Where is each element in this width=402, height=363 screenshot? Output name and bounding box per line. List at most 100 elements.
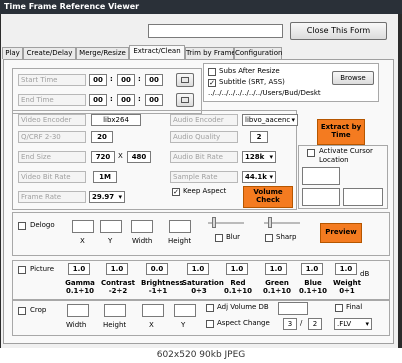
picture-value-field[interactable]: 1.0 — [106, 263, 128, 275]
audio-encoder-dropdown[interactable]: libvo_aacenc — [242, 114, 298, 126]
start-hours-field[interactable]: 00 — [89, 74, 107, 86]
tab-merge-resize[interactable]: Merge/Resize — [76, 47, 129, 59]
sample-rate-dropdown[interactable]: 44.1k — [242, 171, 276, 183]
picture-label: Picture — [30, 265, 55, 273]
delogo-x-label: X — [80, 237, 85, 245]
crop-y-field[interactable] — [174, 304, 196, 317]
crop-width-field[interactable] — [67, 304, 89, 317]
sharp-slider-thumb[interactable] — [268, 217, 272, 228]
end-minutes-field[interactable]: 00 — [117, 94, 135, 106]
crf-label: Q/CRF 2-30 — [18, 131, 86, 143]
picture-param-name: Gamma — [65, 279, 95, 287]
crop-height-field[interactable] — [104, 304, 126, 317]
aspect-change-checkbox[interactable] — [206, 320, 214, 328]
picture-param-range: 0.1÷10 — [65, 287, 94, 295]
cursor-cell — [343, 188, 383, 206]
time-set-icon — [181, 97, 189, 103]
audio-bitrate-dropdown[interactable]: 128k — [242, 151, 276, 163]
end-hours-field[interactable]: 00 — [89, 94, 107, 106]
sharp-checkbox[interactable] — [265, 234, 273, 242]
tab-extract-clean[interactable]: Extract/Clean — [129, 45, 185, 60]
close-form-button[interactable]: Close This Form — [290, 22, 387, 40]
audio-encoder-label: Audio Encoder — [170, 114, 238, 126]
video-encoder-label: Video Encoder — [18, 114, 86, 126]
picture-checkbox[interactable] — [18, 266, 26, 274]
crop-x-label: X — [149, 321, 154, 329]
picture-param-name: Weight — [333, 279, 361, 287]
container-dropdown[interactable]: .FLV — [334, 318, 372, 330]
crop-x-field[interactable] — [142, 304, 164, 317]
tab-trim-by-frame[interactable]: Trim by Frame — [185, 47, 236, 59]
delogo-checkbox[interactable] — [18, 222, 26, 230]
subs-after-resize-checkbox[interactable] — [208, 68, 216, 76]
aspect-numerator-field[interactable]: 3 — [283, 318, 297, 330]
picture-value-field[interactable]: 1.0 — [265, 263, 287, 275]
picture-value-field[interactable]: 0.0 — [146, 263, 168, 275]
blur-checkbox[interactable] — [215, 234, 223, 242]
delogo-height-field[interactable] — [169, 220, 191, 233]
start-seconds-field[interactable]: 00 — [145, 74, 163, 86]
end-size-label: End Size — [18, 151, 86, 163]
adj-volume-label: Adj Volume DB — [217, 303, 269, 311]
delogo-y-label: Y — [108, 237, 113, 245]
picture-value-field[interactable]: 1.0 — [226, 263, 248, 275]
preview-button[interactable]: Preview — [320, 223, 362, 243]
picture-param-range: 0÷3 — [191, 287, 207, 295]
crop-height-label: Height — [103, 321, 127, 329]
aspect-denominator-field[interactable]: 2 — [308, 318, 322, 330]
frame-rate-dropdown[interactable]: 29.97 — [89, 191, 125, 203]
picture-param-name: Green — [265, 279, 289, 287]
subtitle-path: ../../../../../../../../Users/Bud/Deskt — [208, 89, 321, 97]
crop-label: Crop — [30, 306, 47, 314]
aspect-change-label: Aspect Change — [217, 319, 270, 327]
audio-quality-label: Audio Quality — [170, 131, 238, 143]
final-checkbox[interactable] — [335, 304, 343, 312]
start-time-set-button[interactable] — [176, 73, 194, 87]
picture-param-range: -2÷2 — [108, 287, 128, 295]
delogo-width-field[interactable] — [131, 220, 153, 233]
delogo-x-field[interactable] — [72, 220, 94, 233]
picture-param-range: 0.1÷10 — [298, 287, 327, 295]
tab-configuration[interactable]: Configuration — [234, 47, 282, 59]
activate-cursor-checkbox[interactable] — [307, 149, 315, 157]
video-bitrate-label: Video Bit Rate — [18, 171, 86, 183]
adj-volume-checkbox[interactable] — [206, 304, 214, 312]
audio-quality-field[interactable]: 2 — [250, 131, 268, 143]
size-x-label: X — [118, 152, 123, 160]
picture-param-range: 0.1÷10 — [223, 287, 252, 295]
video-encoder-field[interactable]: libx264 — [91, 114, 141, 126]
end-time-set-button[interactable] — [176, 93, 194, 107]
picture-param-name: Saturation — [182, 279, 224, 287]
activate-cursor-label: Activate Cursor Location — [319, 147, 373, 164]
end-seconds-field[interactable]: 00 — [145, 94, 163, 106]
video-bitrate-field[interactable]: 1M — [93, 171, 117, 183]
crop-y-label: Y — [181, 321, 186, 329]
picture-value-field[interactable]: 1.0 — [335, 263, 357, 275]
crop-checkbox[interactable] — [18, 307, 26, 315]
top-textbox[interactable] — [148, 24, 283, 38]
picture-value-field[interactable]: 1.0 — [301, 263, 323, 275]
start-minutes-field[interactable]: 00 — [117, 74, 135, 86]
delogo-y-field[interactable] — [100, 220, 122, 233]
adj-volume-field[interactable] — [278, 302, 308, 315]
picture-value-field[interactable]: 1.0 — [187, 263, 209, 275]
final-label: Final — [346, 303, 363, 311]
keep-aspect-checkbox[interactable]: ✓ — [172, 188, 180, 196]
subs-after-resize-label: Subs After Resize — [219, 67, 280, 75]
tab-create-delay[interactable]: Create/Delay — [23, 47, 76, 59]
tab-play[interactable]: Play — [2, 47, 23, 59]
picture-param-name: Red — [230, 279, 246, 287]
blur-slider-thumb[interactable] — [212, 217, 216, 228]
crf-field[interactable]: 20 — [91, 131, 113, 143]
height-field[interactable]: 480 — [127, 151, 151, 163]
picture-value-field[interactable]: 1.0 — [68, 263, 90, 275]
blur-label: Blur — [226, 233, 241, 241]
subtitle-checkbox[interactable]: ✓ — [208, 79, 216, 87]
width-field[interactable]: 720 — [91, 151, 115, 163]
volume-check-button[interactable]: Volume Check — [243, 186, 293, 208]
time-set-icon — [181, 77, 189, 83]
keep-aspect-label: Keep Aspect — [183, 187, 227, 195]
extract-by-time-button[interactable]: Extract by Time — [317, 119, 365, 145]
browse-button[interactable]: Browse — [332, 71, 374, 85]
window-title: Time Frame Reference Viewer — [0, 0, 402, 14]
